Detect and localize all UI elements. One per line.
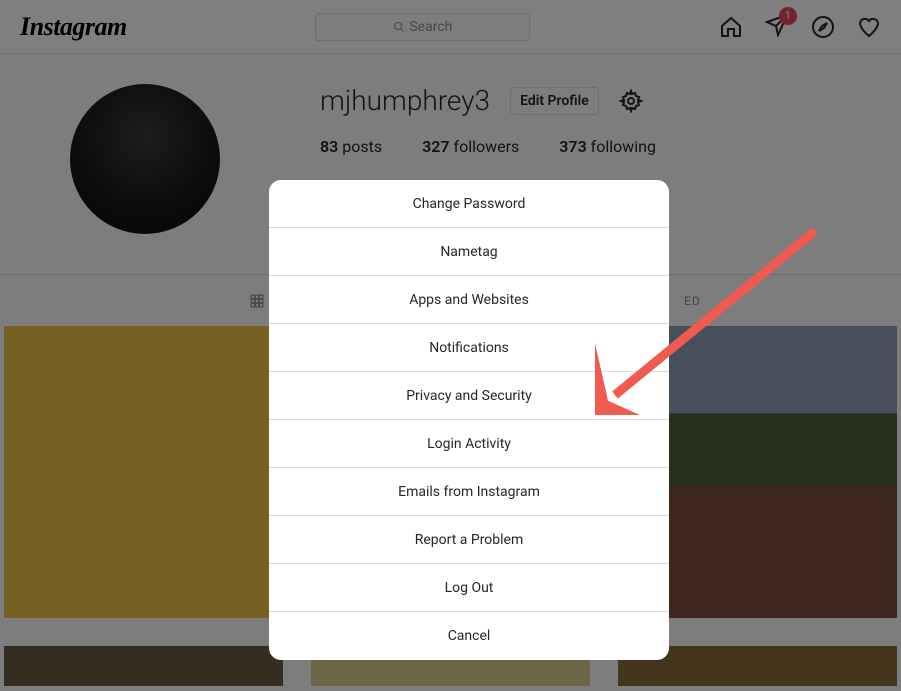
menu-login-activity[interactable]: Login Activity: [269, 420, 669, 468]
settings-modal: Change Password Nametag Apps and Website…: [269, 180, 669, 660]
menu-notifications[interactable]: Notifications: [269, 324, 669, 372]
menu-change-password[interactable]: Change Password: [269, 180, 669, 228]
menu-emails-instagram[interactable]: Emails from Instagram: [269, 468, 669, 516]
menu-report-problem[interactable]: Report a Problem: [269, 516, 669, 564]
menu-nametag[interactable]: Nametag: [269, 228, 669, 276]
menu-apps-websites[interactable]: Apps and Websites: [269, 276, 669, 324]
menu-cancel[interactable]: Cancel: [269, 612, 669, 660]
menu-privacy-security[interactable]: Privacy and Security: [269, 372, 669, 420]
menu-log-out[interactable]: Log Out: [269, 564, 669, 612]
